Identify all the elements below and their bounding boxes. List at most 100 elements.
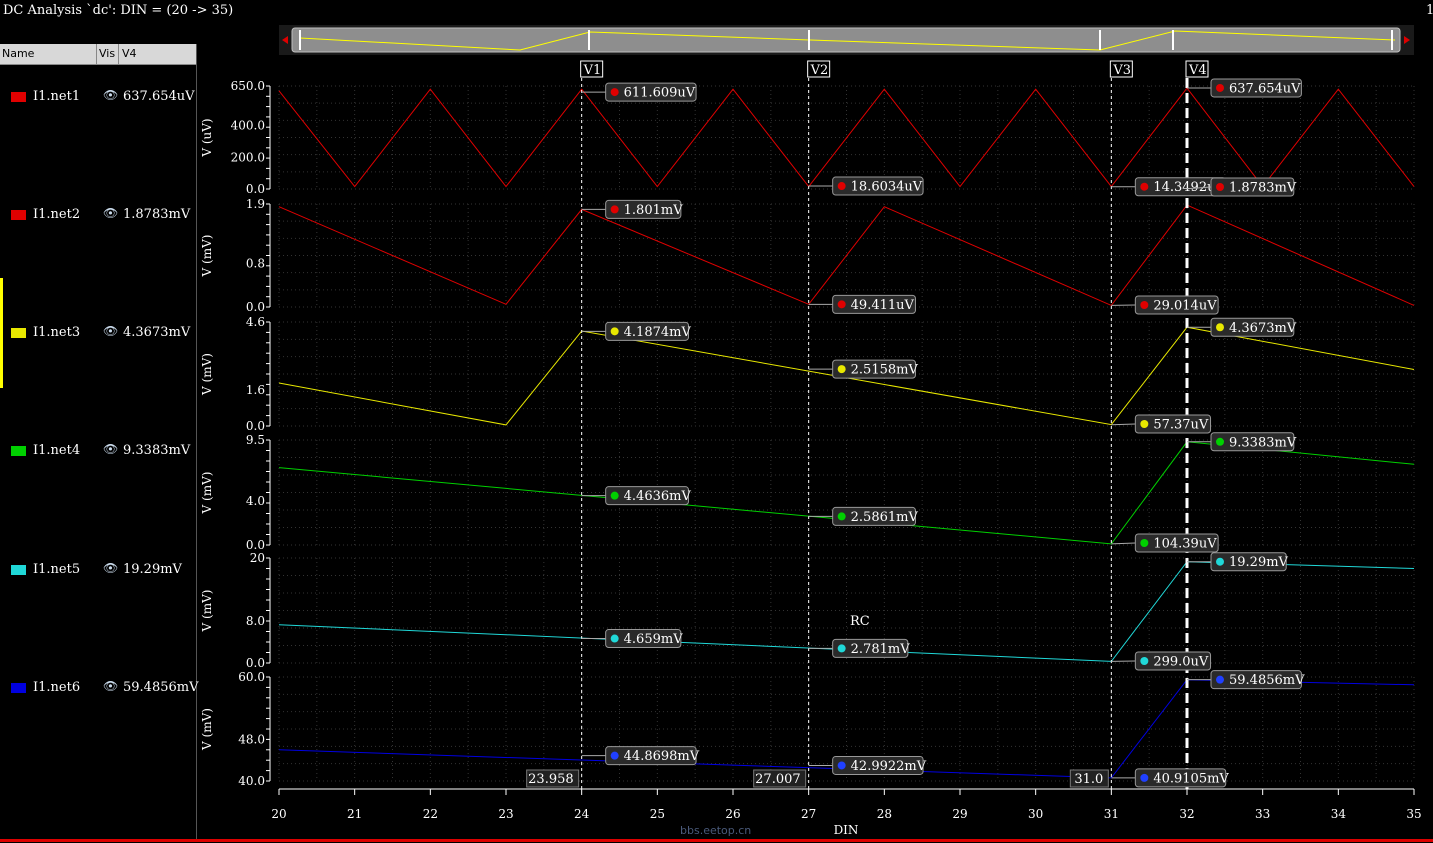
marker-dot xyxy=(1140,301,1149,309)
marker-value: 49.411uV xyxy=(851,298,915,313)
x-tick-label: 27 xyxy=(801,807,816,821)
bottom-border xyxy=(0,839,1433,842)
marker-dot xyxy=(1216,183,1224,191)
x-tick-label: 32 xyxy=(1179,807,1194,821)
y-tick-label: 650.0 xyxy=(231,79,265,93)
y-tick-label: 40.0 xyxy=(238,774,265,788)
marker-value: 42.9922mV xyxy=(851,759,927,774)
waveform-plot[interactable]: 20 21 22 23 24 25 26 27 28 29 30 31 32 33 34 35 DIN 650.0… xyxy=(0,0,1433,843)
y-tick-label: 1.6 xyxy=(246,383,265,397)
marker-value: 611.609uV xyxy=(624,86,696,101)
cursor-x-readout: 27.007 xyxy=(755,772,801,787)
marker-value: 19.29mV xyxy=(1229,555,1289,570)
watermark: bbs.eetop.cn xyxy=(680,824,752,837)
marker-value: 2.5158mV xyxy=(851,363,919,378)
marker-dot xyxy=(1216,323,1224,332)
marker-dot xyxy=(1140,539,1149,547)
marker-dot xyxy=(610,751,619,760)
marker-dot xyxy=(837,761,846,770)
marker-value: 44.8698mV xyxy=(624,749,700,764)
cursor-x-readout: 23.958 xyxy=(528,772,574,787)
marker-value: 1.8783mV xyxy=(1229,181,1297,196)
marker-dot xyxy=(837,365,846,374)
x-tick-label: 22 xyxy=(423,807,438,821)
y-tick-label: 0.0 xyxy=(246,182,265,196)
y-tick-label: 0.8 xyxy=(246,257,265,271)
marker-value: 4.1874mV xyxy=(624,325,692,340)
y-tick-label: 0.0 xyxy=(246,300,265,314)
x-tick-label: 33 xyxy=(1255,807,1270,821)
marker-dot xyxy=(1140,657,1149,665)
y-tick-label: 8.0 xyxy=(246,614,265,628)
y-tick-label: 9.5 xyxy=(246,433,265,447)
marker-value: 9.3383mV xyxy=(1229,435,1297,450)
y-axis-label: V (mV) xyxy=(200,590,214,633)
x-tick-label: 29 xyxy=(952,807,967,821)
y-tick-label: 0.0 xyxy=(246,656,265,670)
marker-dot xyxy=(610,634,619,643)
x-tick-label: 31 xyxy=(1104,807,1119,821)
x-tick-label: 35 xyxy=(1406,807,1421,821)
marker-value: 4.4636mV xyxy=(624,489,692,504)
cursor-label: V4 xyxy=(1188,63,1207,78)
x-tick-label: 26 xyxy=(725,807,740,821)
marker-dot xyxy=(610,327,619,336)
marker-value: 57.37uV xyxy=(1153,418,1209,433)
cursor-label: V3 xyxy=(1112,63,1131,78)
marker-value: 637.654uV xyxy=(1229,81,1301,96)
marker-value: 2.5861mV xyxy=(851,510,919,525)
y-axis-label: V (mV) xyxy=(200,708,214,751)
x-tick-label: 25 xyxy=(650,807,665,821)
x-tick-label: 34 xyxy=(1331,807,1347,821)
x-tick-label: 23 xyxy=(498,807,513,821)
marker-dot xyxy=(1140,182,1149,191)
y-axis-label: V (mV) xyxy=(200,353,214,396)
marker-dot xyxy=(837,644,846,653)
rc-annotation: RC xyxy=(850,614,870,629)
marker-value: 59.4856mV xyxy=(1229,673,1305,688)
marker-dot xyxy=(1216,557,1224,566)
y-tick-label: 400.0 xyxy=(231,119,265,133)
y-tick-label: 0.0 xyxy=(246,538,265,552)
marker-value: 18.6034uV xyxy=(851,180,923,195)
y-tick-label: 60.0 xyxy=(238,670,265,684)
marker-dot xyxy=(1216,437,1224,446)
marker-dot xyxy=(610,205,619,214)
x-tick-label: 30 xyxy=(1028,807,1043,821)
marker-value: 4.3673mV xyxy=(1229,321,1297,336)
x-tick-label: 20 xyxy=(271,807,286,821)
marker-value: 1.801mV xyxy=(624,203,684,218)
marker-dot xyxy=(610,88,619,97)
x-tick-label: 24 xyxy=(574,807,590,821)
x-axis-label: DIN xyxy=(834,823,859,837)
marker-dot xyxy=(837,512,846,521)
y-axis-label: V (mV) xyxy=(200,472,214,515)
y-tick-label: 1.9 xyxy=(246,197,265,211)
y-tick-label: 20 xyxy=(250,551,265,565)
y-tick-label: 0.0 xyxy=(246,419,265,433)
marker-dot xyxy=(1216,83,1224,92)
marker-value: 104.39uV xyxy=(1153,537,1217,552)
cursor-x-readout: 31.0 xyxy=(1074,772,1103,787)
marker-dot xyxy=(837,182,846,191)
y-tick-label: 200.0 xyxy=(231,150,265,164)
marker-dot xyxy=(1140,420,1149,428)
y-axis-label: V (uV) xyxy=(200,118,214,157)
cursor-label: V2 xyxy=(810,63,829,78)
marker-value: 299.0uV xyxy=(1153,655,1209,670)
y-tick-label: 4.6 xyxy=(246,315,265,329)
y-tick-label: 48.0 xyxy=(238,732,265,746)
marker-dot xyxy=(1140,773,1149,782)
marker-dot xyxy=(837,300,846,309)
x-tick-label: 28 xyxy=(877,807,892,821)
marker-dot xyxy=(1216,675,1224,684)
cursor-label: V1 xyxy=(583,63,602,78)
marker-value: 4.659mV xyxy=(624,632,684,647)
overview-thumb[interactable] xyxy=(291,27,1401,53)
y-tick-label: 4.0 xyxy=(246,494,265,508)
marker-leader xyxy=(1111,423,1136,426)
marker-leader xyxy=(1111,542,1136,545)
marker-value: 40.9105mV xyxy=(1153,771,1229,786)
marker-value: 2.781mV xyxy=(851,642,911,657)
marker-dot xyxy=(610,491,619,500)
